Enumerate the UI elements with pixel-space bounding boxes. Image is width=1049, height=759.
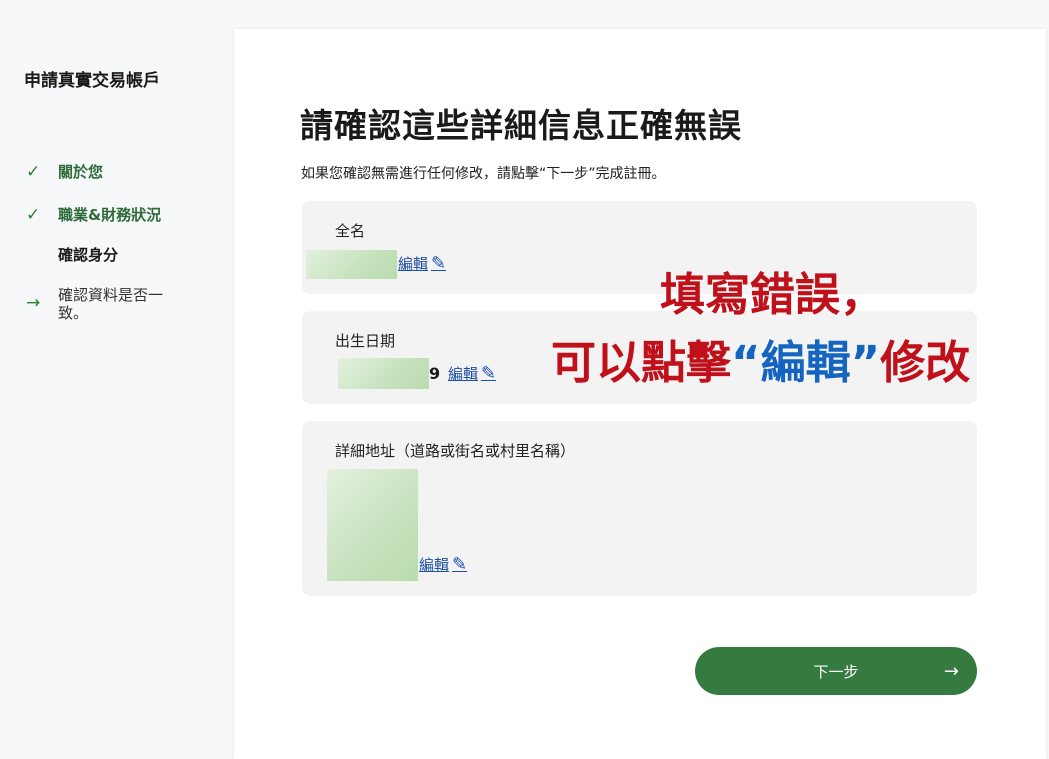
- page-title: 請確認這些詳細信息正確無誤: [300, 106, 742, 145]
- step-about-you: ✓ 關於您: [26, 163, 103, 181]
- redacted-value: [306, 250, 397, 279]
- next-button-label: 下一步: [813, 662, 859, 681]
- edit-label: 編輯: [419, 556, 450, 574]
- edit-address-link[interactable]: 編輯 ✎: [419, 554, 467, 575]
- edit-birth-date-link[interactable]: 編輯 ✎: [448, 363, 496, 384]
- redacted-value: [338, 358, 429, 389]
- step-confirm-data: → 確認資料是否一致。: [26, 286, 183, 322]
- birth-date-partial-value: 9: [429, 364, 441, 383]
- pencil-icon: ✎: [452, 554, 468, 575]
- field-label: 全名: [335, 222, 366, 240]
- sidebar: 申請真實交易帳戶 ✓ 關於您 ✓ 職業&財務狀況 確認身分 → 確認資料是否一致…: [0, 0, 234, 759]
- arrow-right-icon: →: [26, 293, 41, 313]
- field-card-address: 詳細地址（道路或街名或村里名稱） 編輯 ✎: [302, 421, 977, 596]
- annotation-suffix: 修改: [880, 336, 971, 389]
- field-label: 出生日期: [335, 332, 396, 350]
- field-label: 詳細地址（道路或街名或村里名稱）: [335, 442, 576, 460]
- check-icon: ✓: [26, 205, 41, 225]
- pencil-icon: ✎: [481, 363, 497, 384]
- step-occupation-finance: ✓ 職業&財務狀況: [26, 206, 161, 224]
- arrow-right-icon: →: [943, 660, 959, 682]
- step-label: 職業&財務狀況: [58, 206, 162, 224]
- edit-full-name-link[interactable]: 編輯 ✎: [398, 253, 446, 274]
- step-label: 確認身分: [58, 246, 119, 264]
- annotation-prefix: 可以點擊: [551, 336, 732, 389]
- page-subtitle: 如果您確認無需進行任何修改，請點擊“下一步”完成註冊。: [301, 166, 666, 182]
- redacted-value: [327, 469, 418, 581]
- sidebar-title: 申請真實交易帳戶: [24, 71, 160, 91]
- annotation-line-2: 可以點擊“編輯”修改: [551, 326, 970, 391]
- next-button[interactable]: 下一步 →: [695, 647, 977, 695]
- main-card: 請確認這些詳細信息正確無誤 如果您確認無需進行任何修改，請點擊“下一步”完成註冊…: [234, 29, 1046, 759]
- step-verify-identity: 確認身分: [26, 246, 118, 264]
- annotation-highlight: “編輯”: [731, 336, 881, 389]
- step-label: 關於您: [58, 163, 104, 181]
- edit-label: 編輯: [448, 365, 479, 383]
- check-icon: ✓: [26, 162, 41, 182]
- edit-label: 編輯: [398, 255, 429, 273]
- annotation-line-1: 填寫錯誤，: [660, 268, 886, 321]
- pencil-icon: ✎: [431, 253, 447, 274]
- step-label: 確認資料是否一致。: [58, 286, 164, 322]
